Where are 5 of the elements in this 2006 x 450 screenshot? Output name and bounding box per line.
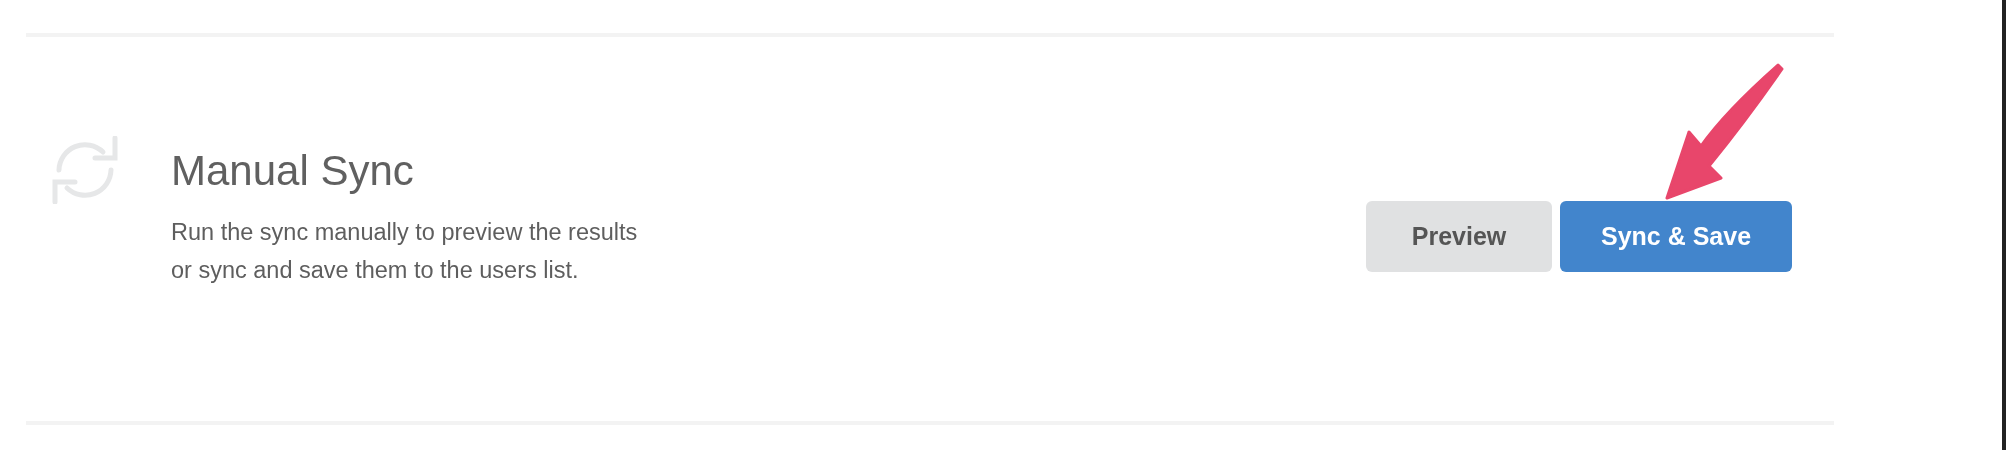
preview-button[interactable]: Preview [1366, 201, 1552, 272]
sync-icon [51, 136, 119, 204]
section-description: Run the sync manually to preview the results or sync and save them to the users list. [171, 218, 639, 285]
section-title: Manual Sync [171, 147, 415, 195]
sync-save-button[interactable]: Sync & Save [1560, 201, 1792, 272]
